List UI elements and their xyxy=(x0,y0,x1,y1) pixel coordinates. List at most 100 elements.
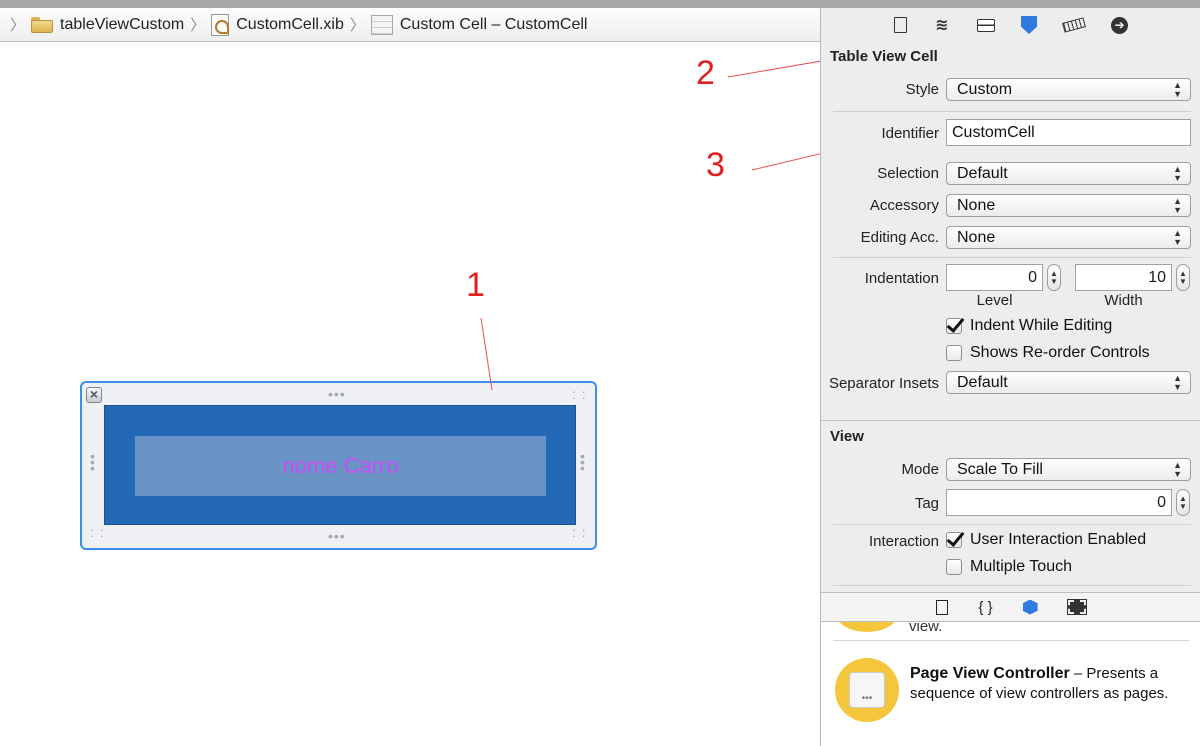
accessory-value: None xyxy=(957,197,996,214)
library-item-icon xyxy=(835,622,899,632)
quick-help-icon[interactable]: ≋ xyxy=(933,16,951,34)
page-view-controller-icon[interactable] xyxy=(835,658,899,722)
identifier-label: Identifier xyxy=(881,125,939,142)
chevron-right-icon: 〉 xyxy=(10,17,26,34)
breadcrumb-item-project[interactable]: tableViewCustom xyxy=(31,16,184,34)
checkbox-unchecked-icon[interactable] xyxy=(946,559,962,575)
style-value: Custom xyxy=(957,81,1013,98)
object-library-list[interactable]: view. Page View Controller – Presents a … xyxy=(821,622,1200,746)
cell-label[interactable]: nome Carro xyxy=(135,436,546,496)
mode-value: Scale To Fill xyxy=(957,461,1043,478)
editing-accessory-label: Editing Acc. xyxy=(860,229,939,246)
selection-popup[interactable]: Default ▲ ▼ xyxy=(946,162,1191,185)
resize-handle-top-right[interactable]: : : xyxy=(572,387,587,401)
breadcrumb-label: CustomCell.xib xyxy=(236,15,344,33)
annotation-number-1: 1 xyxy=(466,266,485,304)
resize-handle-top[interactable]: ••• xyxy=(328,387,346,401)
checkbox-label: Multiple Touch xyxy=(970,558,1072,575)
library-tab-bar: { } xyxy=(821,592,1200,622)
style-label: Style xyxy=(905,81,939,98)
indentation-level-field[interactable]: 0 xyxy=(946,264,1043,291)
mode-popup[interactable]: Scale To Fill ▲ ▼ xyxy=(946,458,1191,481)
identifier-field[interactable]: CustomCell xyxy=(946,119,1191,146)
checkbox-checked-icon[interactable] xyxy=(946,532,962,548)
separator-insets-popup[interactable]: Default ▲ ▼ xyxy=(946,371,1191,394)
custom-cell-object[interactable]: × ••• : : • • • • • • : : ••• : : nome Carro xyxy=(80,381,597,550)
resize-handle-right[interactable]: • • • xyxy=(580,449,588,475)
annotation-number-2: 2 xyxy=(696,54,715,92)
media-library-icon[interactable] xyxy=(1066,599,1087,615)
popup-arrows-icon: ▲ ▼ xyxy=(1173,372,1182,392)
checkbox-label: Shows Re-order Controls xyxy=(970,344,1150,361)
close-icon[interactable]: × xyxy=(86,387,102,403)
accessory-label: Accessory xyxy=(869,197,939,214)
editing-accessory-value: None xyxy=(957,229,996,246)
divider xyxy=(833,257,1191,258)
resize-handle-bottom-right[interactable]: : : xyxy=(572,525,587,539)
object-library-icon[interactable] xyxy=(1022,599,1038,615)
table-cell-icon xyxy=(370,14,393,35)
indent-while-editing-checkbox[interactable]: Indent While Editing xyxy=(946,317,1112,335)
chevron-right-icon: 〉 xyxy=(349,17,365,34)
popup-arrows-icon: ▲ ▼ xyxy=(1173,227,1182,247)
popup-arrows-icon: ▲ ▼ xyxy=(1173,79,1182,99)
popup-arrows-icon: ▲ ▼ xyxy=(1173,459,1182,479)
checkbox-unchecked-icon[interactable] xyxy=(946,345,962,361)
checkbox-label: User Interaction Enabled xyxy=(970,531,1147,548)
file-template-icon[interactable] xyxy=(936,599,949,615)
tag-label: Tag xyxy=(914,495,939,512)
breadcrumb-label: Custom Cell – CustomCell xyxy=(399,15,588,33)
indentation-width-field[interactable]: 10 xyxy=(1075,264,1172,291)
indentation-width-stepper[interactable]: ▲ ▼ xyxy=(1176,264,1190,291)
separator-insets-label: Separator Insets xyxy=(828,375,939,392)
library-item-page-view-controller[interactable]: Page View Controller – Presents a sequen… xyxy=(910,664,1190,704)
chevron-right-icon: 〉 xyxy=(190,17,206,34)
connections-inspector-icon[interactable]: ➔ xyxy=(1111,16,1128,34)
indentation-label: Indentation xyxy=(864,270,939,287)
folder-icon xyxy=(31,16,54,33)
resize-handle-left[interactable]: • • • xyxy=(90,449,98,475)
attributes-inspector-icon[interactable] xyxy=(1021,16,1037,34)
xib-file-icon xyxy=(211,13,230,36)
jump-bar: 〉 tableViewCustom 〉 CustomCell.xib 〉 Cus… xyxy=(0,8,820,42)
breadcrumb-item-cell[interactable]: Custom Cell – CustomCell xyxy=(370,14,588,35)
breadcrumb-label: tableViewCustom xyxy=(60,15,185,33)
size-inspector-icon[interactable] xyxy=(1062,17,1086,33)
breadcrumb-item-xib[interactable]: CustomCell.xib xyxy=(211,13,344,36)
window-top-edge xyxy=(0,0,1200,8)
divider xyxy=(833,524,1191,525)
style-popup[interactable]: Custom ▲ ▼ xyxy=(946,78,1191,101)
divider xyxy=(833,111,1191,112)
section-title-table-view-cell: Table View Cell xyxy=(830,48,938,65)
accessory-popup[interactable]: None ▲ ▼ xyxy=(946,194,1191,217)
inspector-tab-bar: ≋ ➔ xyxy=(821,8,1200,42)
checkbox-label: Indent While Editing xyxy=(970,317,1113,334)
user-interaction-enabled-checkbox[interactable]: User Interaction Enabled xyxy=(946,531,1146,549)
mode-label: Mode xyxy=(901,461,939,478)
tag-stepper[interactable]: ▲ ▼ xyxy=(1176,489,1190,516)
file-inspector-icon[interactable] xyxy=(894,17,907,33)
library-item-title: Page View Controller xyxy=(910,665,1070,682)
separator-insets-value: Default xyxy=(957,374,1008,391)
resize-handle-bottom-left[interactable]: : : xyxy=(90,525,105,539)
inspector-panel: ≋ ➔ Table View Cell Style Custom ▲ ▼ Iden… xyxy=(820,8,1200,746)
level-sublabel: Level xyxy=(976,292,1013,309)
multiple-touch-checkbox[interactable]: Multiple Touch xyxy=(946,558,1072,576)
code-snippet-icon[interactable]: { } xyxy=(978,599,992,616)
popup-arrows-icon: ▲ ▼ xyxy=(1173,195,1182,215)
shows-reorder-controls-checkbox[interactable]: Shows Re-order Controls xyxy=(946,344,1150,362)
divider xyxy=(821,420,1200,421)
selection-value: Default xyxy=(957,165,1008,182)
selection-label: Selection xyxy=(877,165,939,182)
tag-field[interactable]: 0 xyxy=(946,489,1172,516)
interaction-label: Interaction xyxy=(868,533,939,550)
indentation-level-stepper[interactable]: ▲ ▼ xyxy=(1047,264,1061,291)
library-item-partial-text: view. xyxy=(909,622,943,635)
cell-content-view[interactable]: nome Carro xyxy=(104,405,576,525)
checkbox-checked-icon[interactable] xyxy=(946,318,962,334)
editing-accessory-popup[interactable]: None ▲ ▼ xyxy=(946,226,1191,249)
resize-handle-bottom[interactable]: ••• xyxy=(328,529,346,543)
identity-inspector-icon[interactable] xyxy=(977,18,995,32)
section-title-view: View xyxy=(830,428,864,445)
popup-arrows-icon: ▲ ▼ xyxy=(1173,163,1182,183)
